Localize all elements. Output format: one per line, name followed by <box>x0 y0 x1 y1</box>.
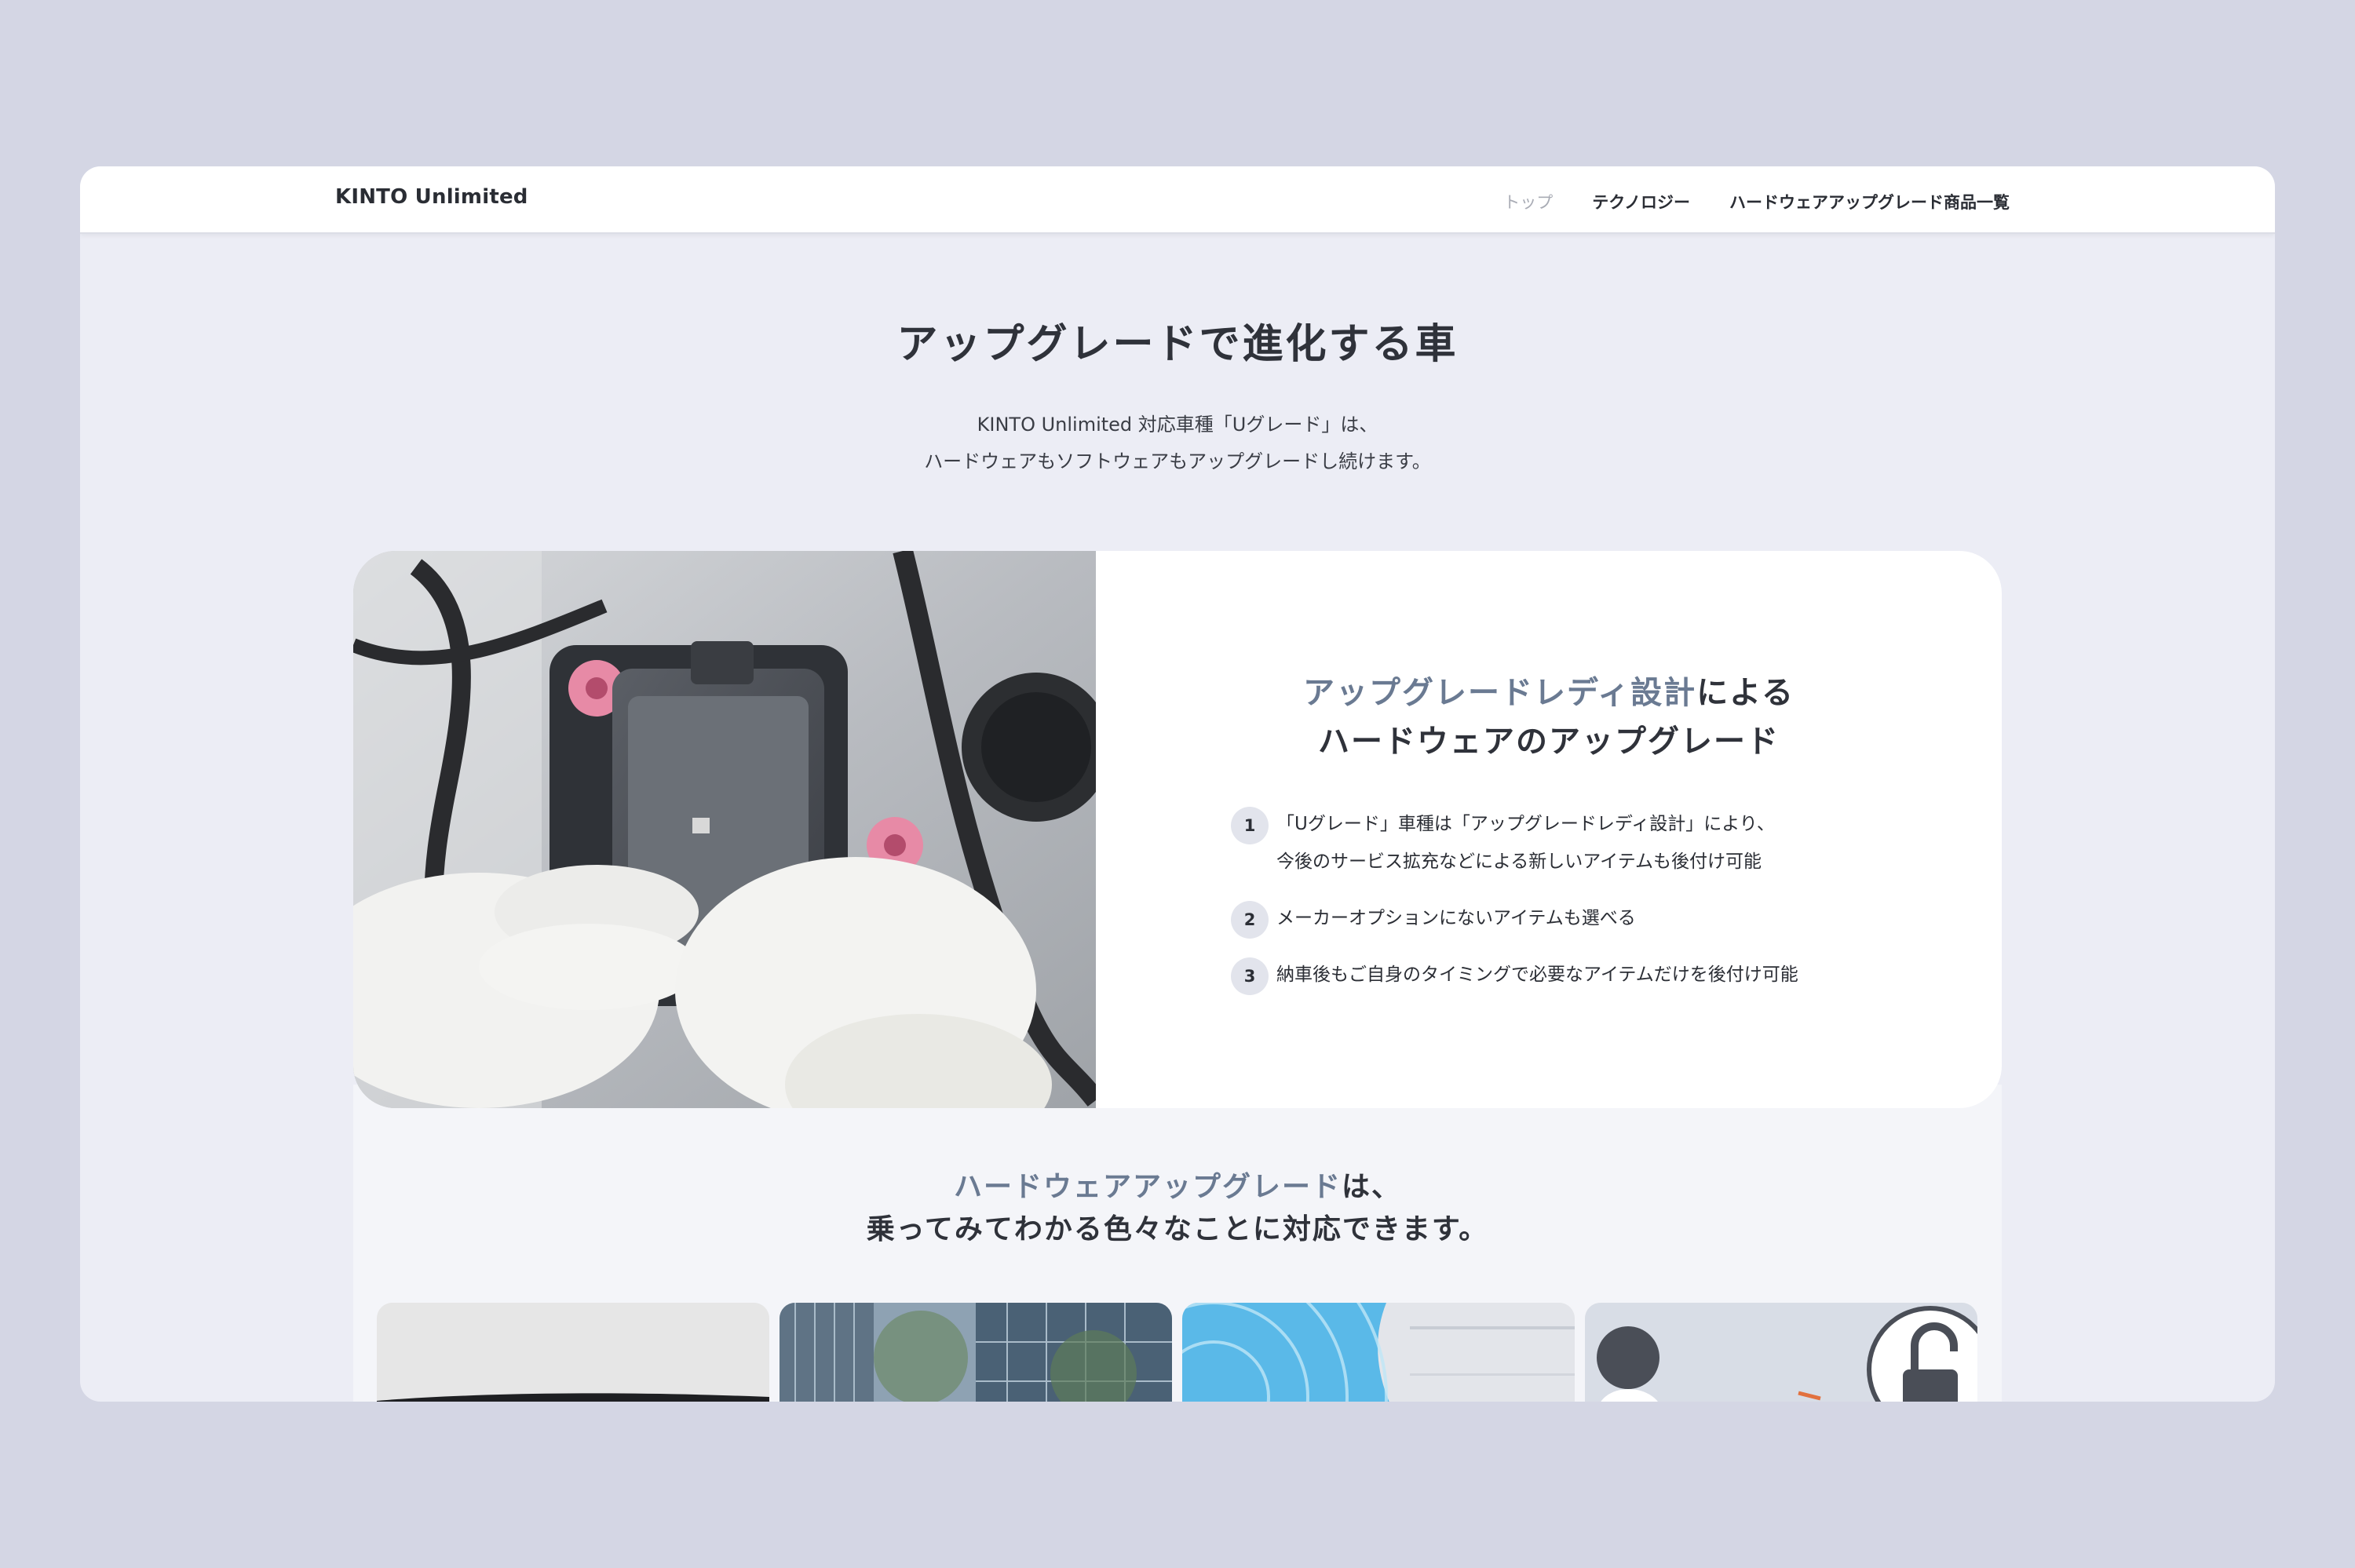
device-install-photo <box>353 551 1096 1108</box>
feature-title: アップグレードレディ設計による ハードウェアのアップグレード <box>1096 669 2002 766</box>
section-heading-rest: は、 <box>1342 1171 1402 1203</box>
card-lock-illustration[interactable] <box>1585 1303 1977 1402</box>
feature-item-line: 納車後もご自身のタイミングで必要なアイテムだけを後付け可能 <box>1276 965 1798 985</box>
feature-item-text: メーカーオプションにないアイテムも選べる <box>1276 899 1937 937</box>
feature-title-accent: アップグレードレディ設計 <box>1302 675 1697 711</box>
subtitle-line-1: KINTO Unlimited 対応車種「Uグレード」は、 <box>977 414 1378 436</box>
feature-number-badge: 3 <box>1231 957 1269 995</box>
card-sensor-wave-photo[interactable] <box>1182 1303 1575 1402</box>
feature-number-badge: 1 <box>1231 807 1269 844</box>
feature-number-badge: 2 <box>1231 901 1269 939</box>
feature-item: 2 メーカーオプションにないアイテムも選べる <box>1231 899 1937 939</box>
feature-list: 1 「Uグレード」車種は「アップグレードレディ設計」により、 今後のサービス拡充… <box>1231 805 1937 1012</box>
card-row <box>377 1303 1977 1402</box>
section-heading: ハードウェアアップグレードは、 乗ってみてわかる色々なことに対応できます。 <box>80 1166 2275 1251</box>
card-car-photo[interactable] <box>377 1303 769 1402</box>
feature-item: 1 「Uグレード」車種は「アップグレードレディ設計」により、 今後のサービス拡充… <box>1231 805 1937 881</box>
page-subtitle: KINTO Unlimited 対応車種「Uグレード」は、 ハードウェアもソフト… <box>80 407 2275 480</box>
feature-card: アップグレードレディ設計による ハードウェアのアップグレード 1 「Uグレード」… <box>353 551 2002 1108</box>
feature-title-line2: ハードウェアのアップグレード <box>1318 724 1780 760</box>
nav-top[interactable]: トップ <box>1503 190 1553 213</box>
feature-item-line: メーカーオプションにないアイテムも選べる <box>1276 908 1636 928</box>
card-building-photo[interactable] <box>780 1303 1172 1402</box>
nav-hardware-upgrade-list[interactable]: ハードウェアアップグレード商品一覧 <box>1729 190 2010 213</box>
main-nav: トップ テクノロジー ハードウェアアップグレード商品一覧 <box>1503 190 2010 213</box>
section-heading-accent: ハードウェアアップグレード <box>953 1171 1342 1203</box>
feature-item: 3 納車後もご自身のタイミングで必要なアイテムだけを後付け可能 <box>1231 956 1937 995</box>
subtitle-line-2: ハードウェアもソフトウェアもアップグレードし続けます。 <box>924 450 1431 472</box>
section-heading-line2: 乗ってみてわかる色々なことに対応できます。 <box>866 1213 1489 1245</box>
feature-title-rest: による <box>1696 675 1795 711</box>
feature-item-line: 今後のサービス拡充などによる新しいアイテムも後付け可能 <box>1276 851 1762 872</box>
feature-item-line: 「Uグレード」車種は「アップグレードレディ設計」により、 <box>1276 814 1775 834</box>
browser-window: KINTO Unlimited トップ テクノロジー ハードウェアアップグレード… <box>80 166 2275 1402</box>
feature-item-text: 納車後もご自身のタイミングで必要なアイテムだけを後付け可能 <box>1276 956 1937 994</box>
page-title: アップグレードで進化する車 <box>896 321 1459 368</box>
brand-logo[interactable]: KINTO Unlimited <box>335 185 528 209</box>
site-header: KINTO Unlimited トップ テクノロジー ハードウェアアップグレード… <box>80 166 2275 234</box>
feature-item-text: 「Uグレード」車種は「アップグレードレディ設計」により、 今後のサービス拡充など… <box>1276 805 1937 881</box>
nav-technology[interactable]: テクノロジー <box>1592 190 1690 213</box>
